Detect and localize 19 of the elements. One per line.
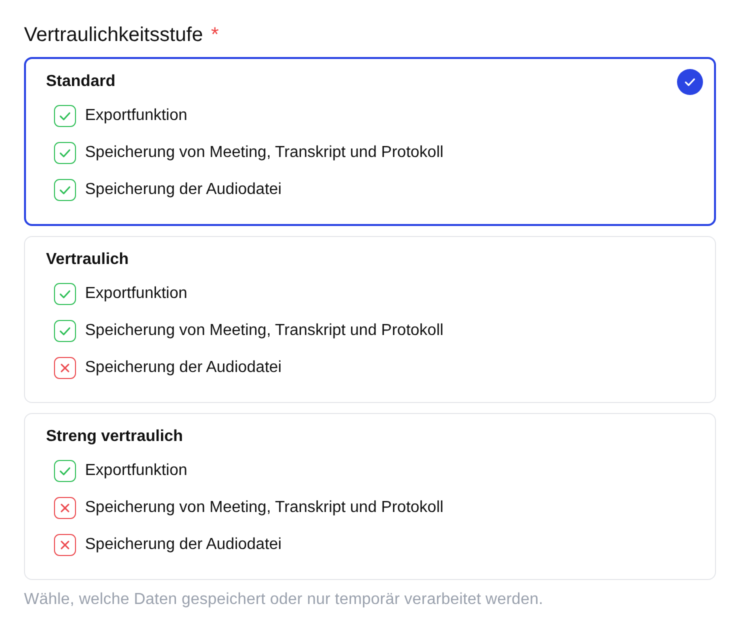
check-circle-icon [677,69,703,95]
feature-label: Exportfunktion [85,284,188,304]
option-title: Standard [46,72,116,92]
field-label: Vertraulichkeitsstufe [24,23,203,48]
feature-label: Exportfunktion [85,461,188,481]
option-title: Streng vertraulich [46,427,183,447]
option-card[interactable]: Vertraulich Exportfunktion Speicherung von Meeting, Transkript und Protokoll Speicherung der Audiodatei [24,236,716,403]
feature-label: Speicherung der Audiodatei [85,358,282,378]
option-card[interactable]: Streng vertraulich Exportfunktion Speicherung von Meeting, Transkript und Protokoll Speicherung der Audiodatei [24,413,716,580]
option-title: Vertraulich [46,250,129,270]
hint-text: Wähle, welche Daten gespeichert oder nur temporär verarbeitet werden. [24,590,544,610]
feature-label: Speicherung der Audiodatei [85,535,282,555]
required-asterisk: * [210,23,219,48]
option-card[interactable]: Standard Exportfunktion Speicherung von Meeting, Transkript und Protokoll Speicherung der Audiodatei [24,57,716,226]
feature-label: Speicherung von Meeting, Transkript und Protokoll [85,498,444,518]
feature-label: Speicherung von Meeting, Transkript und Protokoll [85,143,444,163]
feature-label: Speicherung von Meeting, Transkript und Protokoll [85,321,444,341]
feature-label: Exportfunktion [85,106,188,126]
feature-label: Speicherung der Audiodatei [85,180,282,200]
